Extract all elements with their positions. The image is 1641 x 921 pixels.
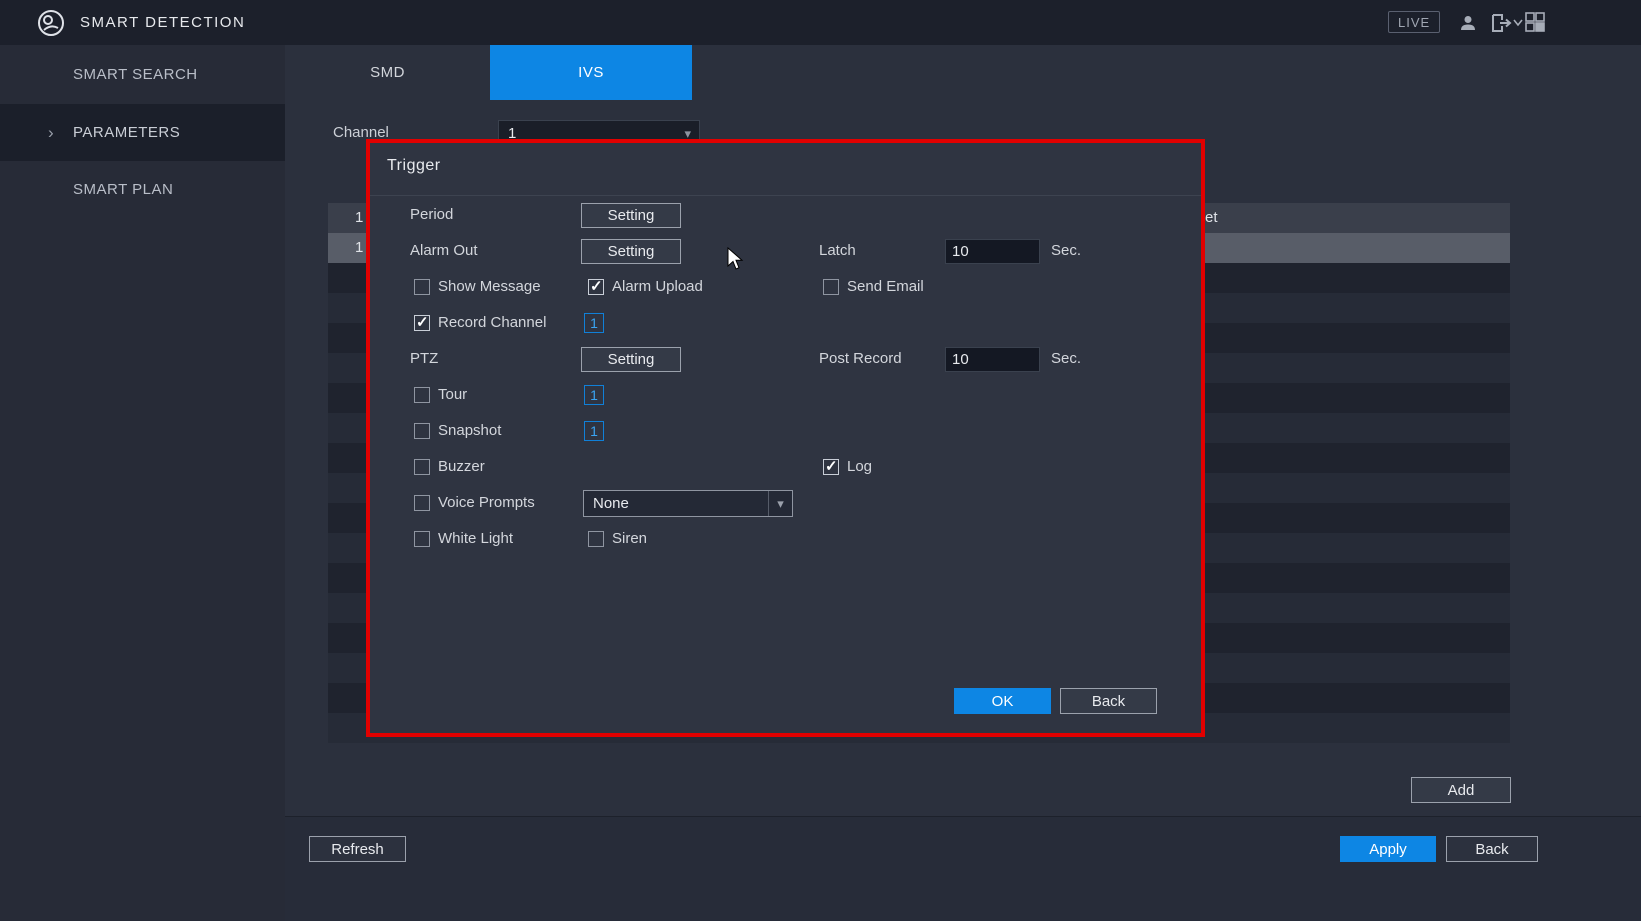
dialog-divider [370, 195, 1201, 196]
live-button[interactable]: LIVE [1388, 11, 1440, 33]
buzzer-checkbox[interactable] [414, 459, 430, 475]
table-cell-no: 1 [355, 233, 363, 263]
snapshot-checkbox[interactable] [414, 423, 430, 439]
add-button[interactable]: Add [1411, 777, 1511, 803]
app-logo-icon [36, 8, 66, 38]
white-light-checkbox[interactable] [414, 531, 430, 547]
ptz-setting-button[interactable]: Setting [581, 347, 681, 372]
screen: SMART DETECTION LIVE SMART SEARCH › PARA… [0, 0, 1641, 921]
sidebar-item-label: SMART PLAN [73, 181, 173, 198]
log-checkbox[interactable] [823, 459, 839, 475]
record-channel-select[interactable]: 1 [584, 313, 604, 333]
post-record-unit: Sec. [1051, 346, 1081, 372]
buzzer-label: Buzzer [438, 454, 485, 480]
logout-caret-icon[interactable] [1513, 19, 1523, 27]
voice-prompts-value: None [593, 495, 629, 512]
ptz-label: PTZ [410, 346, 438, 372]
voice-prompts-dropdown[interactable]: None ▾ [583, 490, 793, 517]
chevron-right-icon: › [48, 123, 54, 143]
voice-prompts-checkbox[interactable] [414, 495, 430, 511]
mouse-cursor-icon [727, 247, 749, 271]
white-light-label: White Light [438, 526, 513, 552]
siren-label: Siren [612, 526, 647, 552]
tab-label: SMD [370, 64, 405, 81]
alarm-out-label: Alarm Out [410, 238, 478, 264]
grid-icon[interactable] [1525, 12, 1545, 32]
sidebar-item-smart-plan[interactable]: SMART PLAN [0, 161, 285, 218]
topbar: SMART DETECTION LIVE [0, 0, 1641, 45]
tab-smd[interactable]: SMD [285, 45, 490, 100]
sidebar-item-parameters[interactable]: › PARAMETERS [0, 104, 285, 161]
logout-icon[interactable] [1490, 13, 1512, 33]
show-message-checkbox[interactable] [414, 279, 430, 295]
page-title: SMART DETECTION [80, 14, 245, 31]
chevron-down-icon: ▾ [768, 491, 792, 516]
sidebar-item-label: PARAMETERS [73, 124, 180, 141]
post-record-label: Post Record [819, 346, 902, 372]
sidebar-item-smart-search[interactable]: SMART SEARCH [0, 46, 285, 103]
log-label: Log [847, 454, 872, 480]
back-button[interactable]: Back [1446, 836, 1538, 862]
bottom-bar [285, 816, 1641, 921]
sidebar-item-label: SMART SEARCH [73, 66, 198, 83]
latch-input[interactable] [945, 239, 1040, 264]
table-cell-no: 1 [355, 203, 363, 233]
latch-label: Latch [819, 238, 856, 264]
apply-button[interactable]: Apply [1340, 836, 1436, 862]
sidebar: SMART SEARCH › PARAMETERS SMART PLAN [0, 45, 285, 921]
period-setting-button[interactable]: Setting [581, 203, 681, 228]
record-channel-label: Record Channel [438, 310, 546, 336]
latch-unit: Sec. [1051, 238, 1081, 264]
send-email-label: Send Email [847, 274, 924, 300]
voice-prompts-label: Voice Prompts [438, 490, 535, 516]
table-cell-right: et [1205, 203, 1218, 233]
show-message-label: Show Message [438, 274, 541, 300]
trigger-dialog: Trigger Period Setting Alarm Out Setting… [366, 139, 1205, 737]
tour-checkbox[interactable] [414, 387, 430, 403]
alarm-upload-checkbox[interactable] [588, 279, 604, 295]
user-icon[interactable] [1458, 13, 1478, 33]
alarm-out-setting-button[interactable]: Setting [581, 239, 681, 264]
send-email-checkbox[interactable] [823, 279, 839, 295]
alarm-upload-label: Alarm Upload [612, 274, 703, 300]
post-record-input[interactable] [945, 347, 1040, 372]
period-label: Period [410, 202, 453, 228]
ok-button[interactable]: OK [954, 688, 1051, 714]
refresh-button[interactable]: Refresh [309, 836, 406, 862]
record-channel-checkbox[interactable] [414, 315, 430, 331]
tour-select[interactable]: 1 [584, 385, 604, 405]
tab-ivs[interactable]: IVS [490, 45, 692, 100]
dialog-title: Trigger [387, 157, 441, 175]
tour-label: Tour [438, 382, 467, 408]
tab-label: IVS [578, 64, 604, 81]
dialog-back-button[interactable]: Back [1060, 688, 1157, 714]
snapshot-select[interactable]: 1 [584, 421, 604, 441]
snapshot-label: Snapshot [438, 418, 501, 444]
siren-checkbox[interactable] [588, 531, 604, 547]
